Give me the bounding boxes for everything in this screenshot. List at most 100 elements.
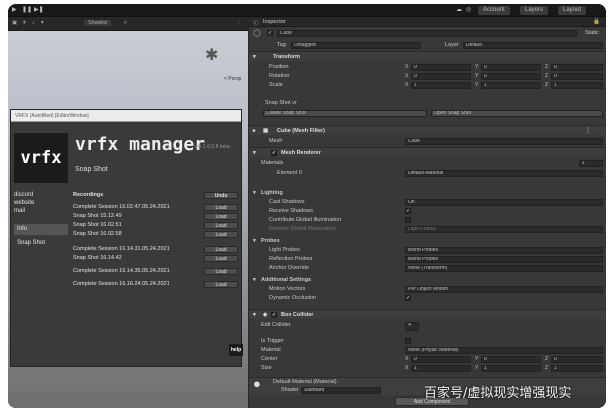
probes-header[interactable]: ▾ Probes xyxy=(249,237,606,245)
pause-button[interactable]: ❚❚ xyxy=(22,6,32,15)
object-name-field[interactable]: Cube xyxy=(277,29,577,37)
center-z-field[interactable]: 0 xyxy=(551,355,603,363)
dynamic-occlusion-checkbox[interactable]: ✓ xyxy=(405,295,411,301)
layers-dropdown[interactable]: Layers xyxy=(520,6,549,15)
load-button[interactable]: Load xyxy=(204,281,238,288)
undo-button[interactable]: Undo xyxy=(204,192,238,199)
play-button[interactable]: ▶ xyxy=(12,6,17,15)
motion-vectors-dropdown[interactable]: Per Object Motion xyxy=(405,285,603,293)
edit-collider-button[interactable]: ⟡ xyxy=(405,321,419,331)
additional-settings-header[interactable]: ▾ Additional Settings xyxy=(249,276,606,284)
audio-toggle-icon[interactable]: ♪ xyxy=(32,20,35,26)
snapshot-heading: Snap Shot xyxy=(75,166,108,173)
open-snapshot-button[interactable]: Open Snap Shot xyxy=(431,109,603,117)
size-x-field[interactable]: 1 xyxy=(411,364,471,372)
anchor-override-field[interactable]: None (Transform) xyxy=(405,264,603,272)
mesh-field[interactable]: Cube xyxy=(405,137,603,145)
center-x-field[interactable]: 0 xyxy=(411,355,471,363)
material-element-field[interactable]: Default-Material xyxy=(405,169,603,177)
materials-row[interactable]: Materials 1 xyxy=(249,159,606,167)
side-links: discord website mail xyxy=(14,191,68,215)
load-button[interactable]: Load xyxy=(204,222,238,229)
load-button[interactable]: Load xyxy=(204,213,238,220)
layer-label: Layer xyxy=(445,42,459,48)
info-button[interactable]: Info xyxy=(14,224,68,235)
load-button[interactable]: Load xyxy=(204,231,238,238)
contribute-gi-label: Contribute Global Illumination xyxy=(269,217,342,223)
recordings-header: Recordings Undo xyxy=(73,192,238,200)
scale-x-field[interactable]: 1 xyxy=(411,81,471,89)
receive-gi-dropdown: Light Probes xyxy=(405,225,603,233)
position-y-field[interactable]: 0 xyxy=(481,63,541,71)
help-button[interactable]: help xyxy=(229,344,243,356)
scale-z-field[interactable]: 1 xyxy=(551,81,603,89)
account-dropdown[interactable]: Account xyxy=(478,6,510,15)
size-z-field[interactable]: 1 xyxy=(551,364,603,372)
orientation-gizmo-icon[interactable]: ✱ xyxy=(205,45,218,65)
persp-label[interactable]: < Persp xyxy=(224,76,241,82)
contribute-gi-checkbox[interactable] xyxy=(405,217,411,223)
mesh-renderer-enabled-checkbox[interactable]: ✓ xyxy=(271,150,277,156)
2d-toggle[interactable]: ▣ xyxy=(12,20,17,26)
center-y-field[interactable]: 0 xyxy=(481,355,541,363)
lighting-header[interactable]: ▾ Lighting xyxy=(249,189,606,197)
layer-dropdown[interactable]: Default xyxy=(463,41,603,49)
scale-y-field[interactable]: 1 xyxy=(481,81,541,89)
website-link[interactable]: website xyxy=(14,199,68,207)
effects-toggle-icon[interactable]: ✦ xyxy=(40,20,45,26)
position-x-field[interactable]: 0 xyxy=(411,63,471,71)
step-button[interactable]: ▶❚ xyxy=(34,6,44,15)
box-collider-enabled-checkbox[interactable]: ✓ xyxy=(271,312,277,318)
static-toggle[interactable]: Static xyxy=(585,29,599,37)
load-button[interactable]: Load xyxy=(204,204,238,211)
box-collider-header[interactable]: ▾ ◈ ✓ Box Collider xyxy=(249,309,606,319)
create-snapshot-button[interactable]: Create Snap Shot xyxy=(263,109,427,117)
dynamic-occlusion-row: Dynamic Occlusion ✓ xyxy=(249,294,606,302)
component-menu-icon[interactable]: ⋮ xyxy=(585,126,591,136)
position-label: Position xyxy=(269,64,289,70)
receive-shadows-row: Receive Shadows ✓ xyxy=(249,207,606,215)
list-item: Complete Session 16.14.31.05.24.2021 Load xyxy=(73,246,238,254)
inspector-lock-icon[interactable]: 🔒 xyxy=(593,19,600,25)
materials-count-field[interactable]: 1 xyxy=(579,159,603,167)
scene-menu-icon[interactable]: ⋮ xyxy=(236,20,242,26)
mesh-filter-header[interactable]: ▸ ▦ Cube (Mesh Filter) ⋮ xyxy=(249,125,606,135)
z-axis-label: Z xyxy=(545,73,549,79)
scene-search-icon[interactable]: ⌕ xyxy=(124,20,127,27)
light-probes-dropdown[interactable]: Blend Probes xyxy=(405,246,603,254)
discord-link[interactable]: discord xyxy=(14,191,68,199)
shader-dropdown[interactable]: Standard xyxy=(301,387,381,394)
scene-toolbar: ▣ ☀ ♪ ✦ Shaded ⌕ ⋮ xyxy=(8,17,248,31)
collider-material-field[interactable]: None (Physic Material) xyxy=(405,346,603,354)
position-z-field[interactable]: 0 xyxy=(551,63,603,71)
active-checkbox[interactable]: ✓ xyxy=(267,30,273,36)
cast-shadows-dropdown[interactable]: On xyxy=(405,198,603,206)
reflection-probes-dropdown[interactable]: Blend Probes xyxy=(405,255,603,263)
transform-header[interactable]: ▾ Transform xyxy=(249,51,606,61)
view-mode-dropdown[interactable]: Shaded xyxy=(84,20,111,26)
size-y-field[interactable]: 1 xyxy=(481,364,541,372)
rotation-y-field[interactable]: 0 xyxy=(481,72,541,80)
mesh-renderer-header[interactable]: ▾ ✓ Mesh Renderer xyxy=(249,147,606,157)
list-item: Snap Shot 16.14.42 Load xyxy=(73,255,238,263)
rotation-x-field[interactable]: 0 xyxy=(411,72,471,80)
lighting-toggle-icon[interactable]: ☀ xyxy=(22,20,27,26)
load-button[interactable]: Load xyxy=(204,255,238,262)
center-row: Center X0 Y0 Z0 xyxy=(249,355,606,363)
expand-arrow-icon: ▾ xyxy=(253,54,256,60)
cube-icon: ⬡ xyxy=(253,28,261,38)
layout-dropdown[interactable]: Layout xyxy=(558,6,587,15)
mail-link[interactable]: mail xyxy=(14,207,68,215)
load-button[interactable]: Load xyxy=(204,268,238,275)
snapshot-nav-button[interactable]: Snap Shot xyxy=(14,238,68,249)
inspector-tab-label: Inspector xyxy=(263,19,286,25)
tag-dropdown[interactable]: Untagged xyxy=(291,41,421,49)
collab-icon[interactable]: ☁ xyxy=(456,6,462,15)
load-button[interactable]: Load xyxy=(204,246,238,253)
rotation-z-field[interactable]: 0 xyxy=(551,72,603,80)
scene-viewport[interactable]: ✱ < Persp VRFX (Autofilled) [EditorWindo… xyxy=(8,31,248,408)
inspector-tab[interactable]: Inspector ⓘ 🔒 xyxy=(249,17,606,27)
is-trigger-checkbox[interactable] xyxy=(405,338,411,344)
receive-shadows-checkbox[interactable]: ✓ xyxy=(405,208,411,214)
services-cloud-icon[interactable]: ◎ xyxy=(466,6,471,15)
